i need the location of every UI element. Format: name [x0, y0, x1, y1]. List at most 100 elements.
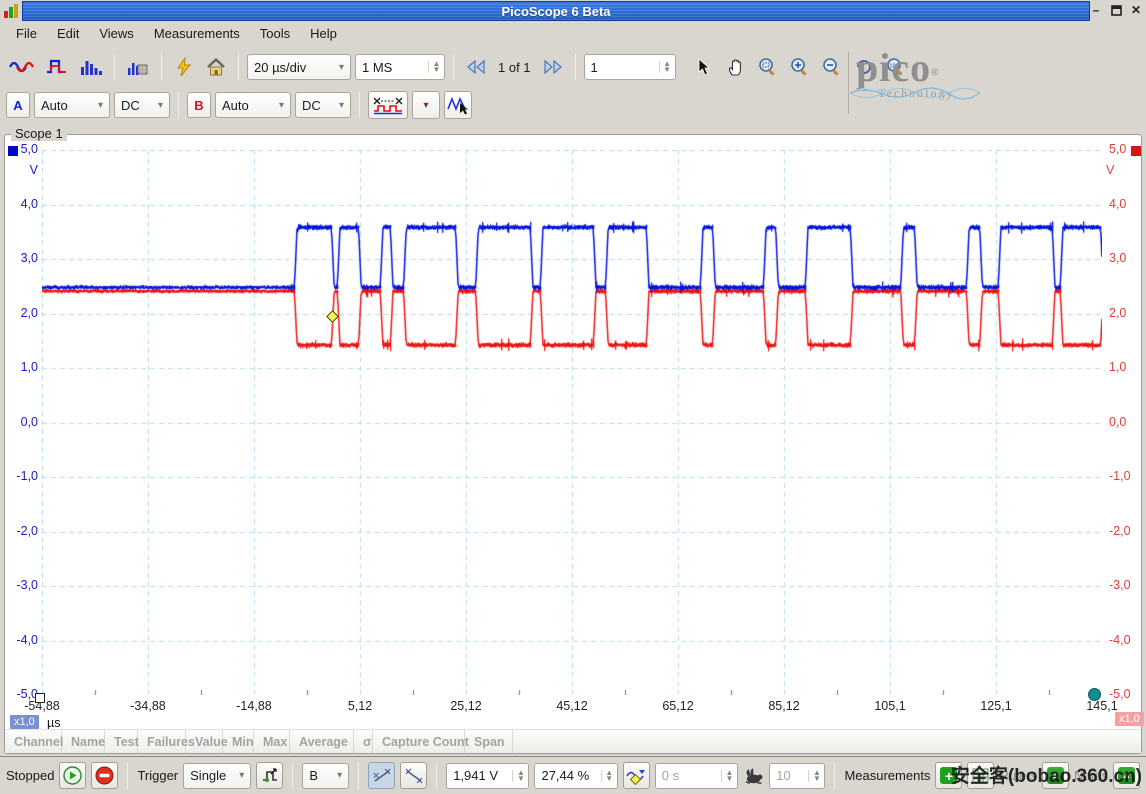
stop-icon	[95, 766, 114, 785]
prev-buffer-button[interactable]	[462, 53, 490, 81]
digital-inputs-button[interactable]	[368, 91, 408, 119]
timebase-combo[interactable]: 20 µs/div ▾	[247, 54, 351, 80]
pretrigger-spinner[interactable]: 27,44 % ▲▼	[534, 763, 617, 789]
trigger-mode-combo[interactable]: Single ▾	[183, 763, 251, 789]
pico-logo: pico® Technology	[856, 50, 974, 116]
persistence-view-button[interactable]	[42, 53, 72, 81]
channel-b-axis-marker[interactable]	[1131, 146, 1141, 156]
x-axis-label: 25,12	[450, 699, 481, 713]
math-channels-button[interactable]	[444, 91, 472, 119]
zoom-in-icon	[790, 57, 810, 77]
maximize-button[interactable]	[1108, 2, 1124, 18]
menu-tools[interactable]: Tools	[250, 24, 300, 44]
rapid-trigger-rabbit-icon[interactable]	[743, 767, 764, 785]
capture-end-marker[interactable]	[1088, 688, 1101, 701]
watermark: 安全客(bobao.360.cn)	[951, 761, 1142, 788]
channel-b-range-combo[interactable]: Auto ▾	[215, 92, 291, 118]
channel-a-range-combo[interactable]: Auto ▾	[34, 92, 110, 118]
channel-b-coupling-combo[interactable]: DC ▾	[295, 92, 351, 118]
registered-mark: ®	[931, 68, 938, 79]
stop-button[interactable]	[91, 762, 118, 789]
channel-b-button[interactable]: B	[187, 92, 211, 118]
menu-edit[interactable]: Edit	[47, 24, 89, 44]
auto-setup-button[interactable]	[170, 53, 198, 81]
column-header-span[interactable]: Span	[465, 730, 513, 753]
probe-setup-icon	[126, 58, 150, 76]
x-axis-label: 45,12	[556, 699, 587, 713]
column-header-capture-count[interactable]: Capture Count	[373, 730, 465, 753]
falling-edge-icon	[405, 768, 423, 784]
spin-down-icon: ▼	[722, 776, 737, 782]
x-multiplier-right-badge[interactable]: x1,0	[1115, 712, 1144, 726]
y-right-label: -4,0	[1109, 633, 1141, 647]
spin-down-icon[interactable]: ▼	[429, 67, 444, 73]
axis-handle-marker[interactable]	[35, 693, 45, 703]
channel-a-axis-marker[interactable]	[8, 146, 18, 156]
column-header-test[interactable]: Test	[105, 730, 138, 753]
x-multiplier-left-badge[interactable]: x1,0	[10, 715, 39, 729]
spectrum-view-icon	[79, 58, 103, 76]
minimize-button[interactable]: –	[1088, 2, 1104, 18]
rising-edge-button[interactable]	[368, 762, 395, 789]
separator	[178, 92, 179, 118]
x-axis-label: 85,12	[768, 699, 799, 713]
falling-edge-button[interactable]	[400, 762, 427, 789]
probe-setup-button[interactable]	[123, 53, 153, 81]
menu-measurements[interactable]: Measurements	[144, 24, 250, 44]
trigger-threshold-spinner[interactable]: 1,941 V ▲▼	[446, 763, 529, 789]
buffer-index-spinner[interactable]: 1 ▲▼	[584, 54, 676, 80]
separator	[161, 54, 162, 80]
channels-toolbar: A Auto ▾ DC ▾ B Auto ▾ DC ▾	[6, 88, 472, 122]
scope-view-icon	[9, 58, 35, 76]
x-axis-label: 105,1	[874, 699, 905, 713]
close-button[interactable]: ✕	[1128, 2, 1144, 18]
pointer-tool-button[interactable]	[690, 53, 718, 81]
menu-views[interactable]: Views	[89, 24, 143, 44]
home-button[interactable]	[202, 53, 230, 81]
menu-file[interactable]: File	[6, 24, 47, 44]
hand-pan-button[interactable]	[722, 53, 750, 81]
column-header-min[interactable]: Min	[223, 730, 254, 753]
column-header-name[interactable]: Name	[62, 730, 105, 753]
menu-help[interactable]: Help	[300, 24, 347, 44]
plot-area[interactable]	[42, 150, 1102, 695]
channel-a-coupling-combo[interactable]: DC ▾	[114, 92, 170, 118]
trigger-threshold-value: 1,941 V	[447, 768, 504, 783]
trigger-marker-button[interactable]	[623, 762, 650, 789]
y-unit-right: V	[1106, 163, 1114, 177]
spin-down-icon[interactable]: ▼	[660, 67, 675, 73]
waveform-canvas[interactable]	[42, 150, 1102, 695]
chevron-down-icon: ▾	[98, 100, 103, 111]
app-icon	[3, 3, 19, 19]
capture-count-value: 10	[770, 768, 796, 783]
spectrum-view-button[interactable]	[76, 53, 106, 81]
advanced-trigger-button[interactable]	[256, 762, 283, 789]
persistence-view-icon	[45, 58, 69, 76]
spin-down-icon[interactable]: ▼	[602, 776, 617, 782]
column-header-channel[interactable]: Channel	[5, 730, 62, 753]
scope-view-button[interactable]	[6, 53, 38, 81]
channel-a-button[interactable]: A	[6, 92, 30, 118]
samples-spinner[interactable]: 1 MS ▲▼	[355, 54, 445, 80]
digital-inputs-dropdown[interactable]: ▾	[412, 91, 440, 119]
spin-down-icon[interactable]: ▼	[513, 776, 528, 782]
start-button[interactable]	[59, 762, 86, 789]
trigger-source-combo[interactable]: B ▾	[302, 763, 349, 789]
separator	[127, 763, 128, 789]
next-buffer-button[interactable]	[539, 53, 567, 81]
title-strip[interactable]: PicoScope 6 Beta	[22, 1, 1090, 21]
separator	[453, 54, 454, 80]
channel-b-coupling-value: DC	[302, 98, 333, 113]
zoom-out-icon	[822, 57, 842, 77]
marquee-zoom-button[interactable]	[754, 53, 782, 81]
column-header-average[interactable]: Average	[290, 730, 354, 753]
column-header-max[interactable]: Max	[254, 730, 290, 753]
separator	[436, 763, 437, 789]
separator	[292, 763, 293, 789]
column-header-failures[interactable]: Failures	[138, 730, 186, 753]
column-header-value[interactable]: Value	[186, 730, 223, 753]
zoom-in-button[interactable]	[786, 53, 814, 81]
column-header-σ[interactable]: σ	[354, 730, 373, 753]
titlebar: PicoScope 6 Beta – ✕	[0, 0, 1146, 22]
zoom-out-button[interactable]	[818, 53, 846, 81]
